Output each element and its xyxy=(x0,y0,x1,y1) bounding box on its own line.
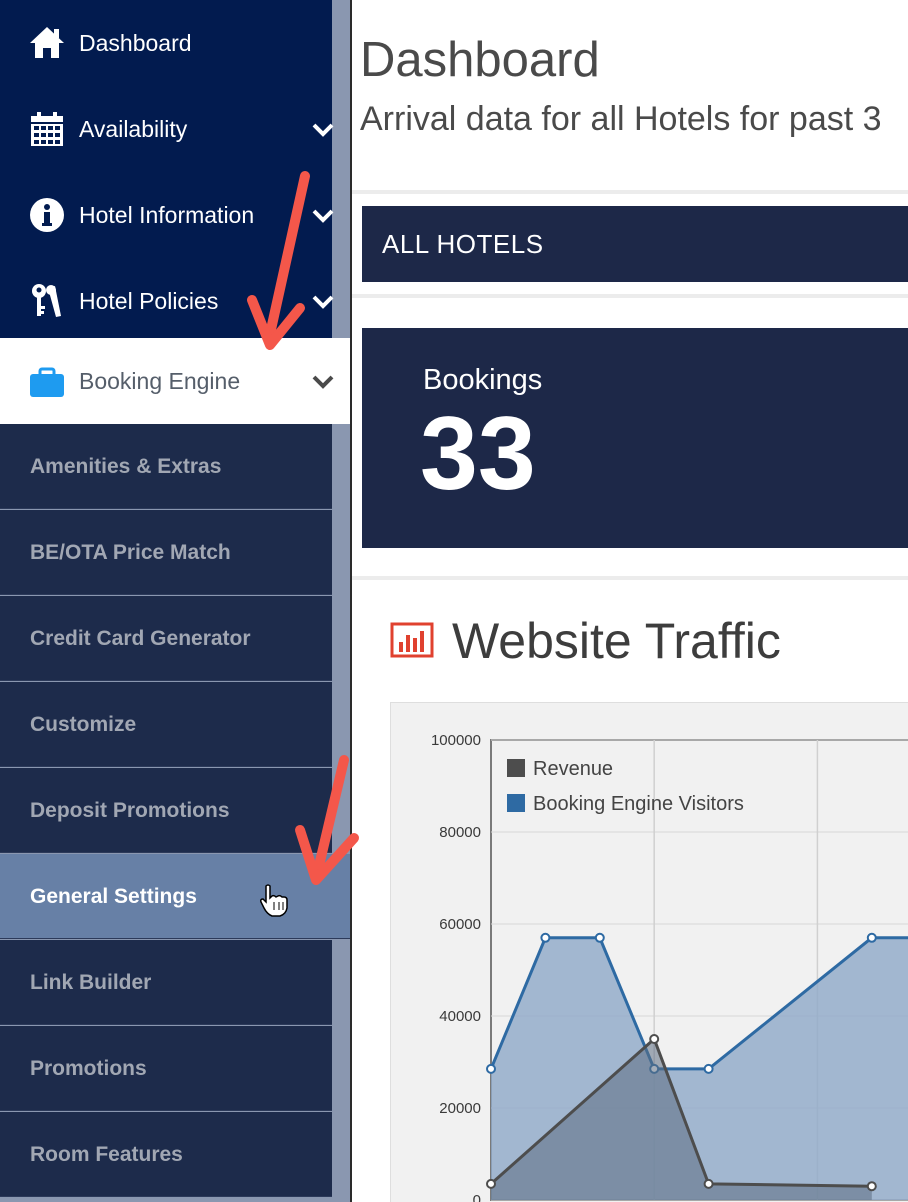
data-point xyxy=(594,932,605,943)
legend-label: Revenue xyxy=(533,758,613,780)
data-point xyxy=(703,1178,714,1189)
sidebar-item-label: Dashboard xyxy=(79,30,192,56)
data-point xyxy=(649,1034,660,1044)
page-subtitle: Arrival data for all Hotels for past 3 xyxy=(360,100,882,138)
data-point xyxy=(866,1181,877,1192)
y-tick-label: 60000 xyxy=(439,916,481,933)
sidebar-item-label: Availability xyxy=(79,116,188,142)
chart-canvas: 100000 80000 60000 40000 20000 0 Revenue Bookin… xyxy=(431,732,908,1202)
submenu-item-room-features[interactable]: Room Features xyxy=(0,1112,332,1197)
page-title: Dashboard xyxy=(360,33,600,87)
divider xyxy=(352,294,908,298)
hotel-selector-dropdown[interactable]: ALL HOTELS xyxy=(362,206,908,282)
y-tick-label: 40000 xyxy=(439,1008,481,1025)
sidebar-item-availability[interactable]: Availability xyxy=(0,86,335,172)
keys-icon xyxy=(28,282,66,320)
hotel-selector-label: ALL HOTELS xyxy=(382,229,544,259)
sidebar: Dashboard Availability Hotel Information… xyxy=(0,0,350,1202)
bar-chart-icon xyxy=(390,622,434,658)
submenu-item-label: Deposit Promotions xyxy=(30,799,230,822)
website-traffic-title: Website Traffic xyxy=(452,613,781,669)
divider xyxy=(352,576,908,580)
bookings-label: Bookings xyxy=(423,364,543,396)
sidebar-item-booking-engine[interactable]: Booking Engine xyxy=(0,338,350,424)
submenu-item-deposit-promotions[interactable]: Deposit Promotions xyxy=(0,768,332,853)
chevron-down-icon[interactable] xyxy=(311,119,335,139)
calendar-icon xyxy=(28,110,66,148)
legend-label: Booking Engine Visitors xyxy=(533,793,744,815)
submenu-item-be-ota-price-match[interactable]: BE/OTA Price Match xyxy=(0,510,332,595)
briefcase-icon xyxy=(28,362,66,400)
bookings-card: Bookings 33 xyxy=(362,328,908,548)
chevron-down-icon[interactable] xyxy=(311,205,335,225)
submenu-item-promotions[interactable]: Promotions xyxy=(0,1026,332,1111)
submenu-item-customize[interactable]: Customize xyxy=(0,682,332,767)
submenu-item-amenities-extras[interactable]: Amenities & Extras xyxy=(0,424,332,509)
legend-swatch xyxy=(507,759,525,777)
sidebar-item-label: Hotel Policies xyxy=(79,288,219,314)
bookings-value: 33 xyxy=(420,396,536,512)
data-point xyxy=(486,1178,496,1189)
sidebar-item-dashboard[interactable]: Dashboard xyxy=(0,0,332,86)
submenu-item-credit-card-generator[interactable]: Credit Card Generator xyxy=(0,596,332,681)
submenu-item-label: General Settings xyxy=(30,885,197,908)
sidebar-item-hotel-information[interactable]: Hotel Information xyxy=(0,172,335,258)
submenu-item-link-builder[interactable]: Link Builder xyxy=(0,940,332,1025)
y-tick-label: 80000 xyxy=(439,824,481,841)
submenu-item-general-settings[interactable]: General Settings xyxy=(0,854,350,939)
website-traffic-chart: 100000 80000 60000 40000 20000 0 Revenue Bookin… xyxy=(390,702,908,1202)
y-tick-label: 0 xyxy=(473,1192,481,1202)
submenu-item-label: BE/OTA Price Match xyxy=(30,541,231,564)
data-point xyxy=(540,932,551,943)
submenu-item-label: Customize xyxy=(30,713,137,736)
data-point xyxy=(486,1063,496,1074)
submenu-item-label: Promotions xyxy=(30,1057,147,1080)
data-point xyxy=(866,932,877,943)
data-point xyxy=(703,1063,714,1074)
info-icon xyxy=(28,196,66,234)
sidebar-item-hotel-policies[interactable]: Hotel Policies xyxy=(0,258,335,344)
submenu-item-label: Room Features xyxy=(30,1143,183,1166)
legend-swatch xyxy=(507,794,525,812)
main-content: Dashboard Arrival data for all Hotels fo… xyxy=(352,0,908,1202)
sidebar-item-label: Hotel Information xyxy=(79,202,255,228)
submenu-item-label: Link Builder xyxy=(30,971,152,994)
y-tick-label: 20000 xyxy=(439,1100,481,1117)
submenu-item-label: Amenities & Extras xyxy=(30,455,222,478)
sidebar-item-label: Booking Engine xyxy=(79,368,241,394)
chevron-down-icon[interactable] xyxy=(311,371,335,391)
divider xyxy=(352,190,908,194)
chevron-down-icon[interactable] xyxy=(311,291,335,311)
home-icon xyxy=(28,24,66,62)
y-tick-label: 100000 xyxy=(431,732,481,749)
submenu-item-label: Credit Card Generator xyxy=(30,627,251,650)
